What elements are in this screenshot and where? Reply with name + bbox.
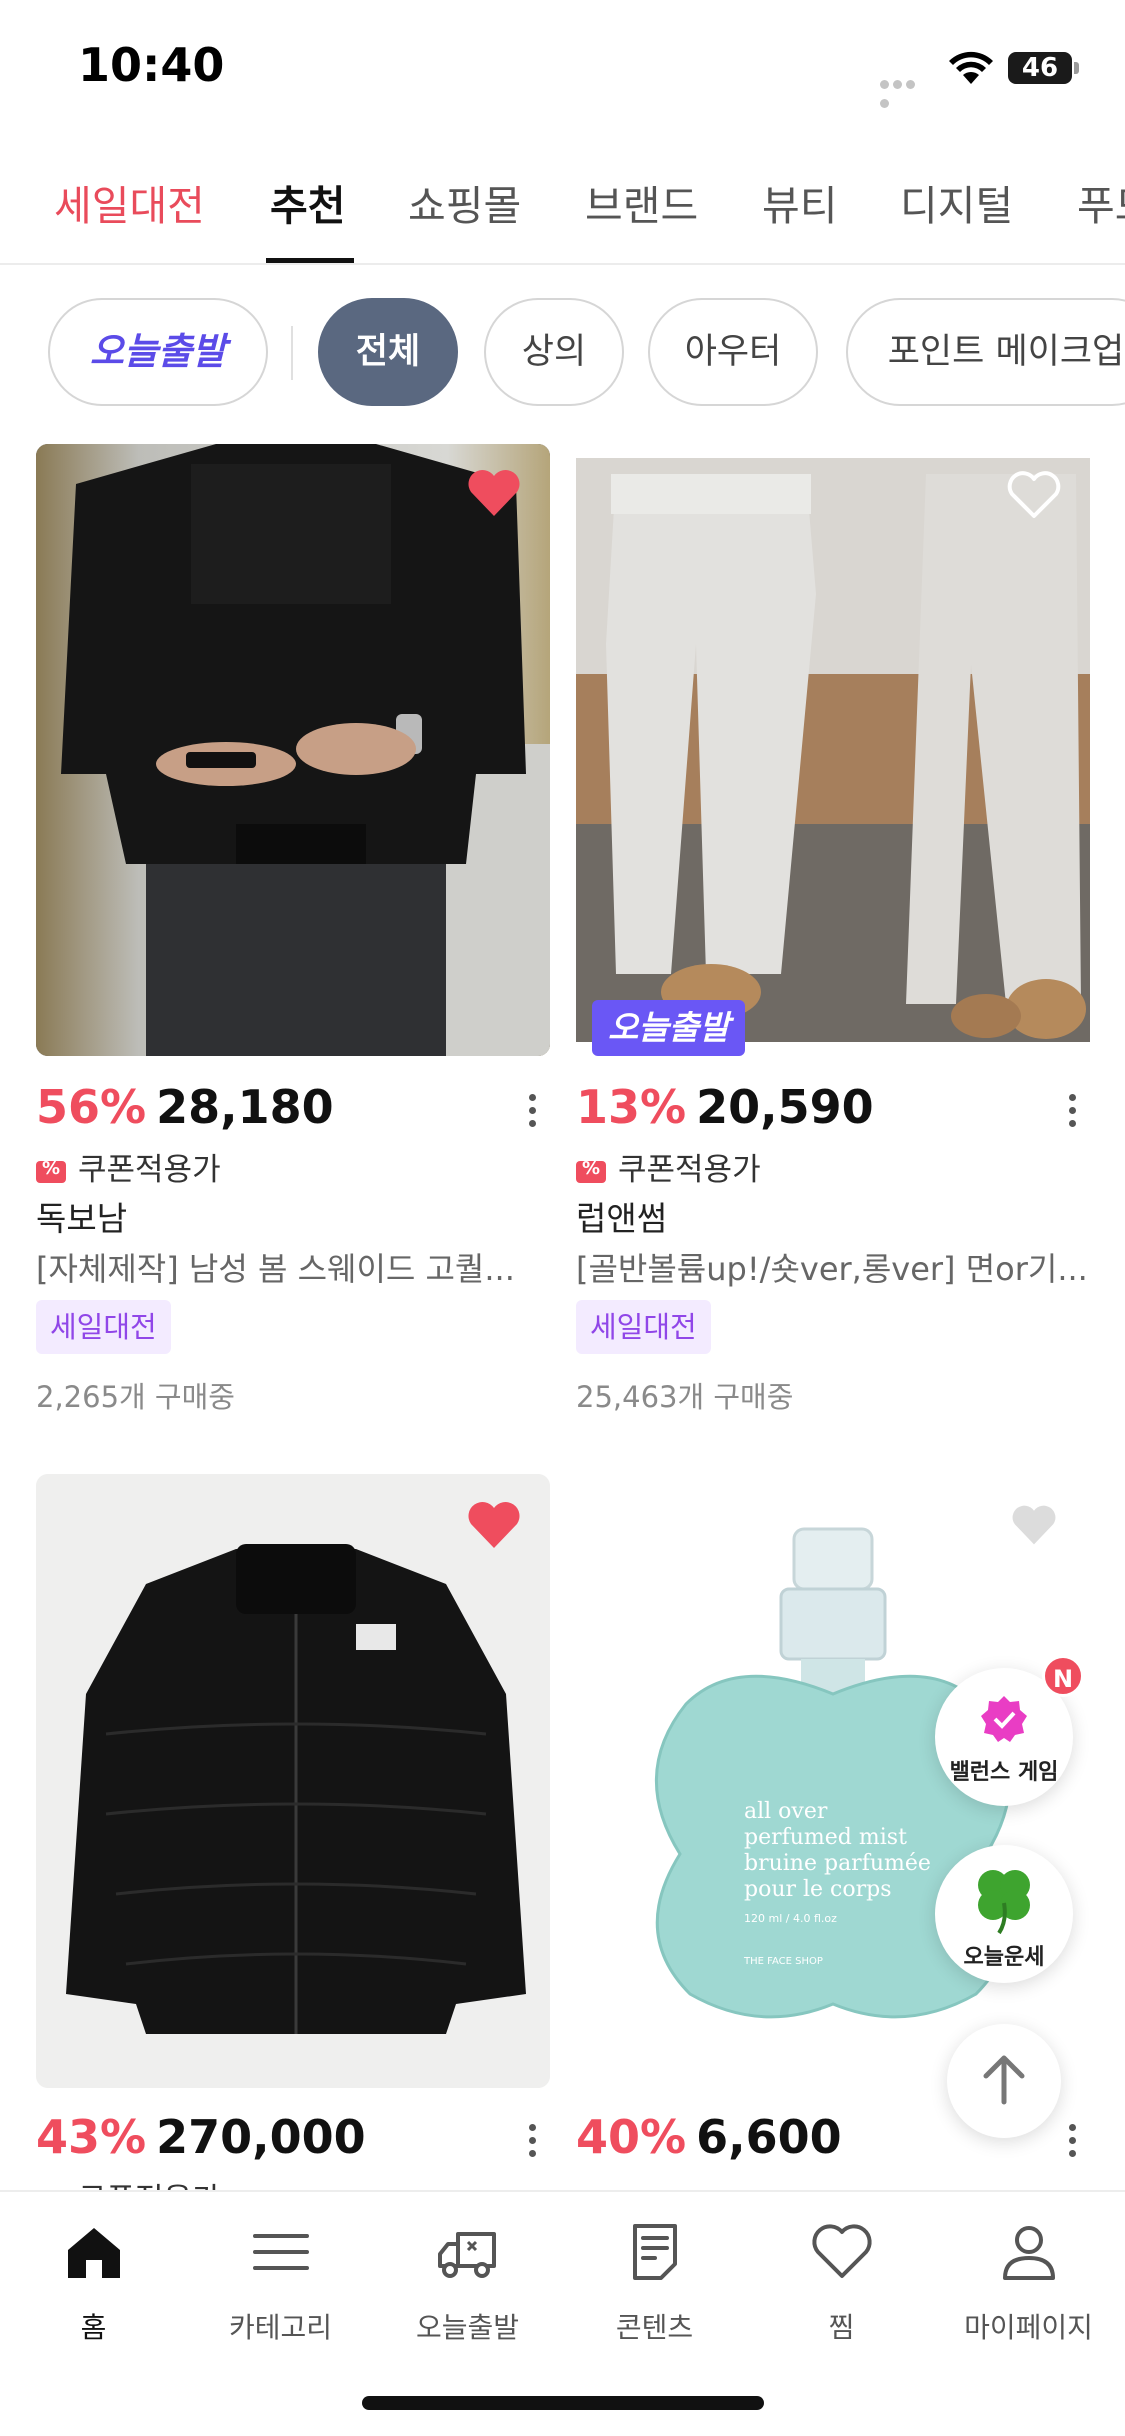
nav-label: 홈 xyxy=(80,2311,107,2344)
brand-name[interactable]: 독보남 xyxy=(36,1192,127,1240)
heart-filled-icon[interactable] xyxy=(466,468,522,518)
status-bar: 10:40 46 xyxy=(0,0,1125,140)
sale-tag: 세일대전 xyxy=(36,1300,171,1354)
product-image[interactable] xyxy=(36,444,550,1056)
nav-home[interactable]: 홈 xyxy=(0,2220,187,2346)
product-title[interactable]: [자체제작] 남성 봄 스웨이드 고퀄... xyxy=(36,1244,550,1290)
discount-rate: 13% xyxy=(576,1080,687,1134)
price: 6,600 xyxy=(696,2110,842,2164)
status-time: 10:40 xyxy=(78,38,225,92)
chip-outer[interactable]: 아우터 xyxy=(648,298,818,406)
nav-mypage[interactable]: 마이페이지 xyxy=(935,2220,1122,2346)
chip-point-makeup[interactable]: 포인트 메이크업 xyxy=(846,298,1125,406)
discount-rate: 43% xyxy=(36,2110,147,2164)
filter-chips: 오늘출발 전체 상의 아우터 포인트 메이크업 xyxy=(0,298,1125,408)
price-row: 13% 20,590 xyxy=(576,1080,874,1134)
tab-shopping-mall[interactable]: 쇼핑몰 xyxy=(408,172,521,263)
mist-label-line3: bruine parfumée xyxy=(744,1851,931,1876)
sale-tag: 세일대전 xyxy=(576,1300,711,1354)
nav-label: 찜 xyxy=(828,2311,855,2344)
more-options-icon[interactable] xyxy=(522,1090,542,1136)
more-options-icon[interactable] xyxy=(522,2120,542,2166)
heart-outline-icon[interactable] xyxy=(1006,470,1062,520)
nav-label: 카테고리 xyxy=(228,2311,333,2344)
mist-label-line1: all over xyxy=(744,1799,828,1824)
home-indicator[interactable] xyxy=(362,2396,764,2410)
product-image[interactable] xyxy=(36,1474,550,2088)
mist-brand: THE FACE SHOP xyxy=(743,1956,823,1967)
nav-label: 콘텐츠 xyxy=(615,2311,694,2344)
home-icon xyxy=(67,2228,120,2278)
fortune-button[interactable]: 오늘운세 xyxy=(935,1845,1073,1983)
document-icon xyxy=(632,2224,677,2280)
truck-icon xyxy=(437,2232,496,2278)
mist-label-line4: pour le corps xyxy=(744,1877,892,1902)
product-card[interactable]: 56%28,180 쿠폰적용가 독보남 [자체제작] 남성 봄 스웨이드 고퀄.… xyxy=(36,444,550,1424)
price: 28,180 xyxy=(156,1080,334,1134)
scroll-to-top-button[interactable] xyxy=(947,2024,1061,2138)
nav-wishlist[interactable]: 찜 xyxy=(748,2220,935,2346)
price-row: 43% 270,000 xyxy=(36,2110,366,2164)
badge-check-icon xyxy=(981,1696,1027,1742)
jacket-photo xyxy=(36,444,550,1056)
brand-name[interactable]: 럽앤썸 xyxy=(576,1192,667,1240)
price: 270,000 xyxy=(156,2110,366,2164)
tab-beauty[interactable]: 뷰티 xyxy=(762,172,837,263)
chip-tops[interactable]: 상의 xyxy=(484,298,624,406)
cellular-signal-icon xyxy=(880,74,930,108)
product-card[interactable]: 오늘출발 13%20,590 쿠폰적용가 럽앤썸 [골반볼륨up!/숏ver,롱… xyxy=(576,444,1090,1424)
product-image[interactable]: 오늘출발 xyxy=(576,444,1090,1056)
category-tabs: 세일대전 추천 쇼핑몰 브랜드 뷰티 디지털 푸드 xyxy=(0,150,1125,265)
chip-today-departure[interactable]: 오늘출발 xyxy=(48,298,268,406)
nav-label: 마이페이지 xyxy=(964,2311,1093,2344)
menu-icon xyxy=(252,2234,309,2270)
tab-recommend[interactable]: 추천 xyxy=(270,172,345,263)
battery-cap xyxy=(1074,62,1079,74)
heart-outline-icon[interactable] xyxy=(1010,1504,1058,1546)
chip-divider xyxy=(291,326,293,380)
active-tab-indicator xyxy=(266,258,354,263)
nav-today-departure[interactable]: 오늘출발 xyxy=(374,2220,561,2346)
clover-icon xyxy=(978,1870,1030,1935)
new-badge: N xyxy=(1042,1655,1084,1697)
tab-brand[interactable]: 브랜드 xyxy=(585,172,698,263)
more-options-icon[interactable] xyxy=(1062,2120,1082,2166)
wifi-icon xyxy=(949,51,993,84)
fortune-label: 오늘운세 xyxy=(963,1945,1045,1970)
discount-rate: 40% xyxy=(576,2110,687,2164)
user-icon xyxy=(1002,2226,1055,2280)
today-departure-badge: 오늘출발 xyxy=(592,1000,746,1056)
balance-game-label: 밸런스 게임 xyxy=(949,1760,1059,1785)
mist-label-line2: perfumed mist xyxy=(744,1825,907,1850)
purchase-count: 25,463개 구매중 xyxy=(576,1380,794,1414)
puffer-jacket-photo xyxy=(36,1474,550,2088)
purchase-count: 2,265개 구매중 xyxy=(36,1380,235,1414)
coupon-label: 쿠폰적용가 xyxy=(36,2174,221,2190)
price-row: 40% 6,600 xyxy=(576,2110,842,2164)
tab-digital[interactable]: 디지털 xyxy=(900,172,1013,263)
battery-icon: 46 xyxy=(1008,52,1072,84)
product-title[interactable]: [골반볼륨up!/숏ver,롱ver] 면or기... xyxy=(576,1244,1090,1290)
coupon-icon xyxy=(576,1158,606,1183)
nav-category[interactable]: 카테고리 xyxy=(187,2220,374,2346)
price: 20,590 xyxy=(696,1080,874,1134)
heart-icon xyxy=(811,2224,872,2278)
product-card[interactable]: 43%270,000 쿠폰적용가 xyxy=(36,1474,550,2190)
price-row: 56% 28,180 xyxy=(36,1080,334,1134)
coupon-label: 쿠폰적용가 xyxy=(576,1144,761,1189)
chip-all[interactable]: 전체 xyxy=(318,298,458,406)
mist-volume: 120 ml / 4.0 fl.oz xyxy=(744,1912,837,1925)
more-options-icon[interactable] xyxy=(1062,1090,1082,1136)
arrow-up-icon xyxy=(983,2055,1025,2105)
coupon-label: 쿠폰적용가 xyxy=(36,1144,221,1189)
nav-label: 오늘출발 xyxy=(415,2311,520,2344)
tab-sale[interactable]: 세일대전 xyxy=(54,172,205,263)
discount-rate: 56% xyxy=(36,1080,147,1134)
nav-contents[interactable]: 콘텐츠 xyxy=(561,2220,748,2346)
heart-filled-icon[interactable] xyxy=(466,1500,522,1550)
tab-food[interactable]: 푸드 xyxy=(1077,172,1125,263)
pants-photo xyxy=(576,458,1090,1042)
coupon-icon xyxy=(36,1158,66,1183)
